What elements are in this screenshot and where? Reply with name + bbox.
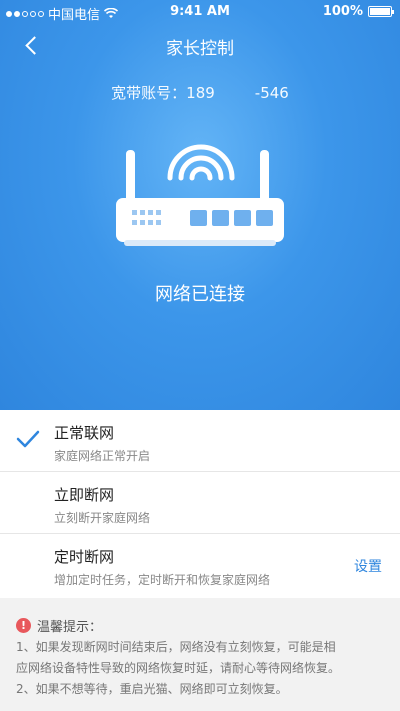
- account-value-end: -546: [254, 84, 289, 102]
- tip-line: 1、如果发现断网时间结束后，网络没有立刻恢复，可能是相: [16, 640, 336, 654]
- option-title: 定时断网: [54, 548, 115, 566]
- broadband-account: 宽带账号：189 -546: [0, 82, 400, 103]
- option-scheduled[interactable]: 定时断网 增加定时任务，定时断开和恢复家庭网络 设置: [0, 534, 400, 598]
- router-icon: [116, 144, 284, 246]
- account-label: 宽带账号：: [111, 84, 187, 102]
- status-bar: 中国电信 9:41 AM 100%: [0, 0, 400, 23]
- option-normal[interactable]: 正常联网 家庭网络正常开启: [0, 410, 400, 472]
- exclamation-icon: !: [16, 618, 31, 633]
- tips-title: 温馨提示：: [37, 620, 103, 635]
- option-subtitle: 立刻断开家庭网络: [54, 511, 151, 525]
- option-title: 立即断网: [54, 486, 115, 504]
- option-title: 正常联网: [54, 424, 115, 442]
- option-subtitle: 增加定时任务，定时断开和恢复家庭网络: [54, 573, 271, 587]
- tips-section: ! 温馨提示： 1、如果发现断网时间结束后，网络没有立刻恢复，可能是相 应网络设…: [0, 608, 400, 711]
- hero-panel: 中国电信 9:41 AM 100% 家长控制 宽带账号：189 -546 网络已…: [0, 0, 400, 410]
- connection-status: 网络已连接: [155, 284, 245, 305]
- tip-line: 2、如果不想等待，重启光猫、网络即可立刻恢复。: [16, 682, 288, 696]
- check-icon: [16, 430, 40, 448]
- tip-line: 应网络设备特性导致的网络恢复时延，请耐心等待网络恢复。: [16, 661, 341, 675]
- mode-options: 正常联网 家庭网络正常开启 立即断网 立刻断开家庭网络 定时断网 增加定时任务，…: [0, 410, 400, 598]
- page-title: 家长控制: [166, 39, 234, 59]
- option-disconnect-now[interactable]: 立即断网 立刻断开家庭网络: [0, 472, 400, 534]
- battery-icon: [368, 6, 394, 17]
- option-subtitle: 家庭网络正常开启: [54, 449, 151, 463]
- battery-percent: 100%: [322, 4, 363, 19]
- settings-button[interactable]: 设置: [354, 556, 382, 576]
- account-value-start: 189: [186, 84, 215, 102]
- nav-bar: 家长控制: [0, 28, 400, 64]
